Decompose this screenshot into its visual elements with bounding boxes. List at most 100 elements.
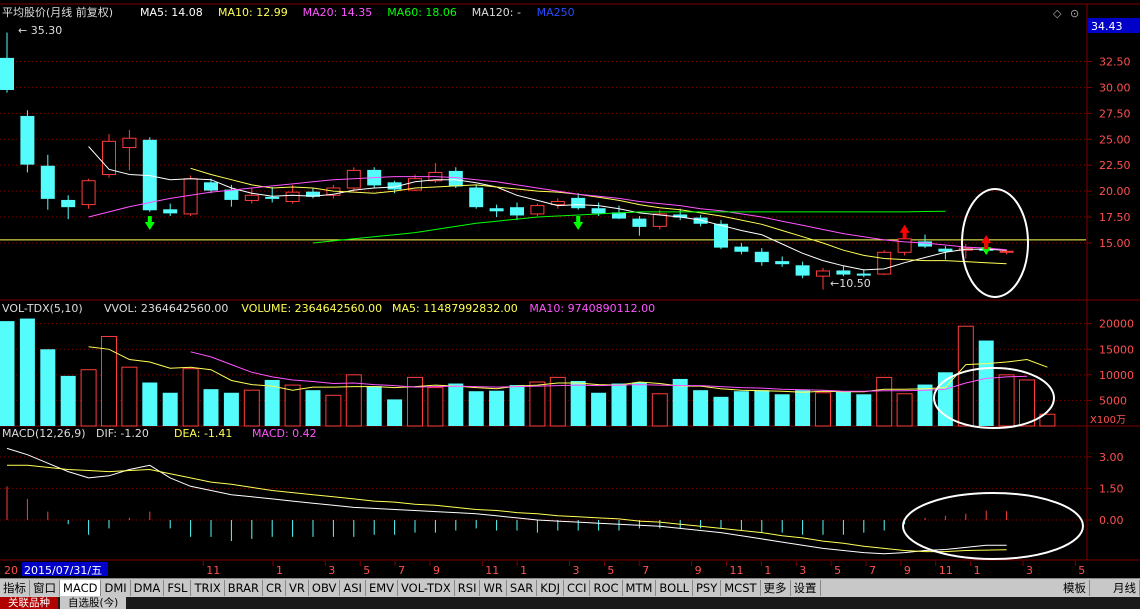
x-axis-tick-label: 11 [729, 564, 743, 577]
toolbar-item-10[interactable]: OBV [309, 580, 341, 596]
candle-body [122, 137, 137, 149]
low-annotation: ←10.50 [830, 277, 871, 290]
toolbar-item-9[interactable]: VR [286, 580, 309, 596]
volume-bar [876, 376, 893, 427]
ma60-line [312, 210, 946, 244]
volume-bar [549, 376, 566, 427]
toolbar-item-3[interactable]: DMI [101, 580, 131, 596]
high-annotation: ← 35.30 [18, 24, 62, 37]
x-axis-date-label: 2015/07/31/五 [24, 564, 102, 577]
volume-bar [1019, 379, 1035, 427]
x-axis-tick-label: 1 [764, 564, 771, 577]
toolbar-item-15[interactable]: WR [480, 580, 507, 596]
price-tick-label: 30.00 [1099, 81, 1131, 94]
signal-arrow-up [899, 224, 910, 239]
toolbar-item-0[interactable]: 指标 [0, 580, 30, 596]
tab-1[interactable]: 自选股(今) [60, 597, 127, 609]
macd-title: MACD(12,26,9) [2, 427, 86, 440]
volume-bar [754, 390, 770, 426]
indicator-toolbar: 指标 窗口 MACD DMI DMA FSL TRIX BRAR CR VR OBV ASI EMV VO… [0, 578, 1140, 597]
vol-legend-1: VOLUME: 2364642560.00 [241, 302, 382, 315]
tab-0[interactable]: 关联品种 [0, 597, 58, 609]
toolbar-item-13[interactable]: VOL-TDX [398, 580, 455, 596]
toolbar-item-17[interactable]: KDJ [537, 580, 565, 596]
volume-bar [733, 391, 749, 426]
macd-legend-1: DEA: -1.41 [174, 427, 232, 440]
x-axis-tick-label: 3 [1026, 564, 1033, 577]
price-tick-label: 15.00 [1099, 237, 1131, 250]
x-axis-tick-label: 11 [206, 564, 220, 577]
volume-bar [0, 321, 15, 426]
volume-bar [835, 391, 851, 426]
x-axis-tick-label: 9 [433, 564, 440, 577]
candle-body [836, 270, 851, 275]
candle-body [938, 248, 953, 252]
toolbar-item-16[interactable]: SAR [507, 580, 538, 596]
volume-bar [284, 384, 301, 427]
candle-body [693, 217, 708, 224]
x-axis-tick-label: 9 [904, 564, 911, 577]
volume-bar [631, 382, 647, 426]
toolbar-item-22[interactable]: PSY [693, 580, 722, 596]
toolbar-item-6[interactable]: TRIX [191, 580, 225, 596]
toolbar-item-23[interactable]: MCST [721, 580, 761, 596]
volume-bar [957, 325, 974, 427]
vol-ma10-line [190, 351, 1028, 392]
x-axis-tick-label: 3 [799, 564, 806, 577]
volume-bar [40, 349, 56, 426]
toolbar-item-25[interactable]: 设置 [791, 580, 821, 596]
signal-arrow-down [144, 216, 155, 230]
volume-bar [121, 366, 138, 427]
volume-bar [427, 387, 444, 427]
candle-body [448, 170, 463, 187]
x-axis-tick-label: 7 [398, 564, 405, 577]
toolbar-item-24[interactable]: 更多 [761, 580, 791, 596]
x-axis-left-label: 20 [4, 564, 18, 577]
volume-bar [713, 396, 729, 426]
price-tick-label: 20.00 [1099, 185, 1131, 198]
window-circle-icon: ⊙ [1070, 7, 1079, 20]
toolbar-item-2[interactable]: MACD [60, 580, 102, 596]
volume-bar [896, 393, 913, 427]
volume-bar [856, 394, 872, 426]
vol-title: VOL-TDX(5,10) [2, 302, 83, 315]
current-price-label: 34.43 [1091, 20, 1123, 33]
toolbar-item-5[interactable]: FSL [164, 580, 192, 596]
ma-legend-4: MA120: - [472, 6, 521, 19]
x-axis-tick-label: 9 [695, 564, 702, 577]
candle-body [244, 194, 259, 201]
toolbar-item-21[interactable]: BOLL [656, 580, 693, 596]
ma-legend-5: MA250 [537, 6, 575, 19]
volume-bar [243, 389, 260, 427]
volume-bar [60, 375, 76, 426]
toolbar-item-12[interactable]: EMV [366, 580, 398, 596]
x-axis-tick-label: 1 [520, 564, 527, 577]
price-tick-label: 32.50 [1099, 55, 1131, 68]
x-axis-tick-label: 7 [642, 564, 649, 577]
chart-canvas[interactable]: 15.0017.5020.0022.5025.0027.5030.0032.50… [0, 0, 1140, 578]
candle-body [530, 205, 545, 215]
toolbar-item-1[interactable]: 窗口 [30, 580, 60, 596]
template-button[interactable]: 模板 [1060, 580, 1090, 596]
x-axis-tick-label: 5 [363, 564, 370, 577]
toolbar-item-19[interactable]: ROC [590, 580, 623, 596]
volume-bar [162, 392, 178, 426]
toolbar-item-7[interactable]: BRAR [225, 580, 264, 596]
toolbar-item-4[interactable]: DMA [131, 580, 165, 596]
candle-body [469, 187, 484, 208]
toolbar-item-8[interactable]: CR [263, 580, 287, 596]
toolbar-item-20[interactable]: MTM [623, 580, 657, 596]
candle-body [612, 212, 626, 219]
ma-legend-1: MA10: 12.99 [218, 6, 288, 19]
vol-legend-2: MA5: 11487992832.00 [392, 302, 518, 315]
toolbar-item-14[interactable]: RSI [455, 580, 481, 596]
candle-body [816, 270, 830, 277]
toolbar-item-11[interactable]: ASI [340, 580, 366, 596]
candle-body [40, 165, 55, 199]
window-diamond-icon: ◇ [1053, 7, 1062, 20]
macd-legend-0: DIF: -1.20 [96, 427, 149, 440]
period-selector[interactable]: 月线 [1110, 580, 1140, 596]
toolbar-item-18[interactable]: CCI [564, 580, 591, 596]
macd-tick-label: 3.00 [1099, 451, 1124, 464]
volume-bar [223, 392, 239, 426]
